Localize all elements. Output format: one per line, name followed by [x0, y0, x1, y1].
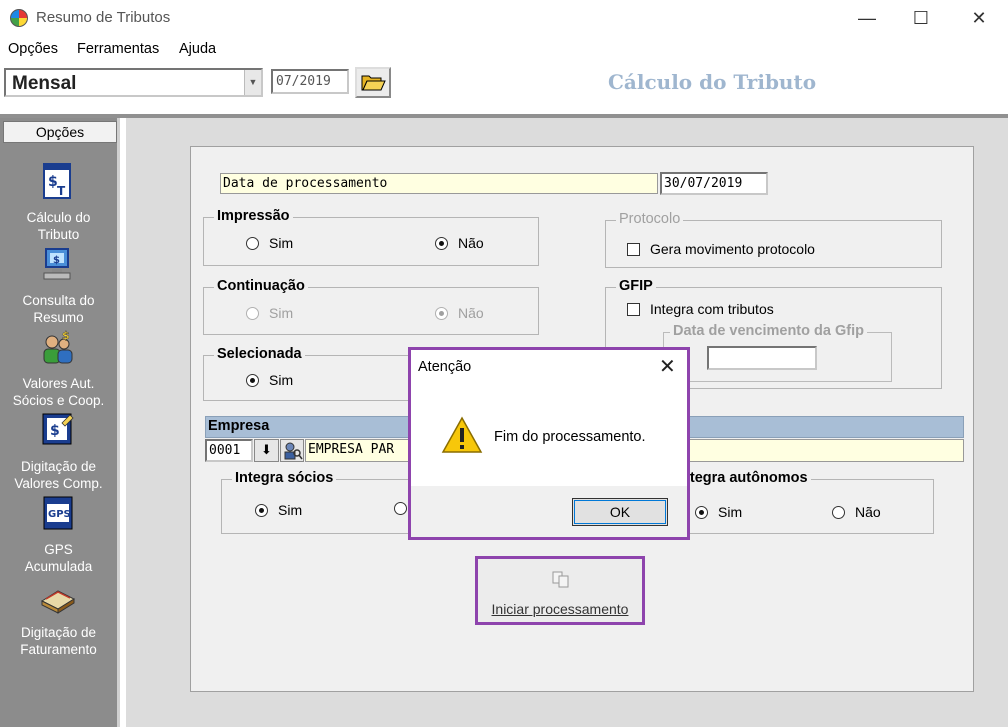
sidebar-item-label: Consulta do — [22, 293, 95, 308]
gfip-due-date-group: Data de vencimento da Gfip — [663, 323, 892, 382]
empresa-code-input[interactable]: 0001 — [205, 439, 253, 462]
integra-socios-title: Integra sócios — [232, 470, 337, 486]
sidebar-item-label: Valores Comp. — [14, 476, 103, 491]
dialog-footer: OK — [411, 486, 687, 537]
impressao-title: Impressão — [214, 208, 293, 224]
integra-autonomos-sim-radio[interactable]: Sim — [695, 504, 742, 520]
people-money-icon: $ — [43, 329, 73, 364]
maximize-button[interactable]: ☐ — [898, 4, 944, 32]
window-title: Resumo de Tributos — [36, 9, 171, 26]
gera-movimento-protocolo-checkbox[interactable]: Gera movimento protocolo — [627, 241, 815, 257]
integra-com-tributos-checkbox[interactable]: Integra com tributos — [627, 301, 774, 317]
close-window-button[interactable]: ✕ — [956, 4, 1002, 32]
integra-autonomos-title: Integra autônomos — [674, 470, 811, 486]
minimize-button[interactable]: — — [844, 4, 890, 32]
tax-calculation-icon: $ T — [43, 163, 71, 199]
dialog-close-icon[interactable]: ✕ — [659, 354, 676, 379]
iniciar-processamento-label: Iniciar processamento — [491, 601, 629, 617]
menu-opcoes[interactable]: Opções — [8, 41, 58, 57]
gfip-title: GFIP — [616, 278, 656, 294]
app-logo-icon — [10, 9, 28, 27]
integra-autonomos-group: Integra autônomos Sim Não — [660, 470, 934, 534]
document-entry-icon: $ — [42, 413, 74, 445]
sidebar-item-valores-aut[interactable]: $ Valores Aut. Sócios e Coop. — [0, 328, 117, 410]
continuacao-group: Continuação Sim Não — [203, 278, 539, 335]
menu-bar: Opções Ferramentas Ajuda — [0, 38, 1008, 62]
sidebar-header[interactable]: Opções — [3, 121, 117, 143]
protocolo-title: Protocolo — [616, 211, 684, 227]
sidebar-item-calculo-tributo[interactable]: $ T Cálculo do Tributo — [0, 162, 117, 244]
person-search-icon — [284, 442, 303, 460]
integra-autonomos-nao-radio[interactable]: Não — [832, 504, 881, 520]
continuacao-title: Continuação — [214, 278, 308, 294]
sidebar-item-label: Resumo — [33, 310, 84, 325]
impressao-group: Impressão Sim Não — [203, 208, 539, 266]
sidebar-item-gps-acumulada[interactable]: GPS GPS Acumulada — [0, 494, 117, 576]
ok-button[interactable]: OK — [572, 498, 668, 526]
svg-text:GPS: GPS — [48, 509, 71, 520]
notebook-icon — [40, 590, 76, 614]
page-title: Cálculo do Tributo — [608, 70, 817, 94]
continuacao-nao-radio[interactable]: Não — [435, 305, 484, 321]
empresa-lookup-button[interactable]: ⬇ — [254, 439, 279, 462]
sidebar-item-label: Faturamento — [20, 642, 97, 657]
process-date-input[interactable]: 30/07/2019 — [660, 172, 768, 195]
sidebar: Opções $ T Cálculo do Tributo $ Consulta… — [0, 118, 120, 727]
impressao-nao-radio[interactable]: Não — [435, 235, 484, 251]
sidebar-item-label: Sócios e Coop. — [12, 393, 105, 408]
warning-icon — [441, 416, 483, 453]
sidebar-item-label: Valores Aut. — [22, 376, 95, 391]
month-input[interactable]: 07/2019 — [271, 69, 349, 94]
gfip-due-date-title: Data de vencimento da Gfip — [670, 323, 867, 339]
folder-open-icon — [361, 75, 386, 91]
sidebar-item-label: Cálculo do — [26, 210, 91, 225]
svg-text:T: T — [57, 184, 66, 198]
gfip-due-date-input[interactable] — [707, 346, 817, 370]
svg-text:$: $ — [62, 329, 70, 342]
sidebar-item-consulta-resumo[interactable]: $ Consulta do Resumo — [0, 245, 117, 327]
impressao-sim-radio[interactable]: Sim — [246, 235, 293, 251]
svg-text:$: $ — [53, 255, 60, 266]
period-select[interactable]: Mensal ▼ — [4, 68, 263, 97]
integra-socios-sim-radio[interactable]: Sim — [255, 502, 302, 518]
integra-socios-group: Integra sócios Sim — [221, 470, 421, 534]
protocolo-group: Protocolo Gera movimento protocolo — [605, 211, 942, 268]
period-select-value: Mensal — [12, 73, 77, 94]
sidebar-item-label: Tributo — [37, 227, 80, 242]
copy-icon — [552, 571, 569, 588]
empresa-title: Empresa — [208, 418, 270, 434]
selecionada-title: Selecionada — [214, 346, 305, 362]
download-arrow-icon: ⬇ — [261, 442, 272, 457]
menu-ajuda[interactable]: Ajuda — [179, 41, 216, 57]
continuacao-sim-radio[interactable]: Sim — [246, 305, 293, 321]
open-folder-button[interactable] — [355, 67, 391, 98]
iniciar-processamento-button[interactable]: Iniciar processamento — [475, 556, 645, 625]
menu-ferramentas[interactable]: Ferramentas — [77, 41, 159, 57]
dialog-message: Fim do processamento. — [494, 429, 646, 445]
attention-dialog: Atenção ✕ Fim do processamento. OK — [408, 347, 690, 540]
selecionada-sim-radio[interactable]: Sim — [246, 372, 293, 388]
sidebar-item-label: Digitação de — [20, 459, 97, 474]
process-date-label: Data de processamento — [220, 173, 658, 194]
computer-query-icon: $ — [43, 248, 71, 280]
sidebar-item-label: Acumulada — [24, 559, 93, 574]
sidebar-item-label: Digitação de — [20, 625, 97, 640]
svg-text:$: $ — [50, 423, 60, 439]
sidebar-item-digitacao-faturamento[interactable]: Digitação de Faturamento — [0, 577, 117, 659]
sidebar-item-label: GPS — [44, 542, 73, 557]
empresa-search-button[interactable] — [280, 439, 304, 462]
gps-icon: GPS — [43, 496, 73, 530]
chevron-down-icon[interactable]: ▼ — [244, 70, 261, 95]
sidebar-item-digitacao-valores[interactable]: $ Digitação de Valores Comp. — [0, 411, 117, 493]
title-bar: Resumo de Tributos — ☐ ✕ — [0, 0, 1008, 36]
dialog-title: Atenção — [418, 359, 472, 375]
